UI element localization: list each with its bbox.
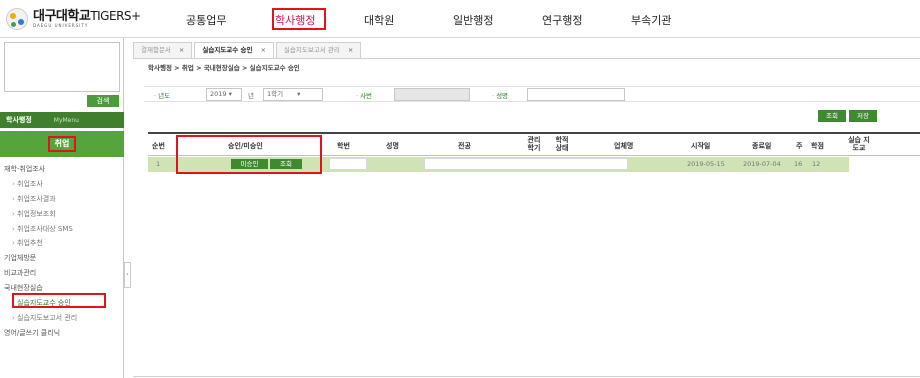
name-label: 성명: [492, 90, 508, 100]
sidebar-item[interactable]: 비교과관리: [0, 266, 124, 281]
main-menu: 공통업무 학사행정 대학원 일반행정 연구행정 부속기관: [186, 12, 720, 28]
tab-divider: [133, 58, 920, 59]
cell-start-date: 2019-05-15: [687, 160, 725, 168]
sidebar-item[interactable]: 취업정보조회: [0, 207, 124, 222]
col-name: 성명: [386, 142, 399, 150]
sidebar-item[interactable]: 기업체방문: [0, 251, 124, 266]
cell-seq: 1: [156, 160, 161, 168]
tab-label: 실습지도보고서 관리: [283, 46, 340, 54]
col-seq: 순번: [152, 142, 165, 150]
sidebar-item[interactable]: 취업조사대상 SMS: [0, 222, 124, 237]
year-unit: 년: [248, 92, 254, 100]
university-logo[interactable]: 대구대학교TIGERS+ DAEGU UNIVERSITY: [6, 8, 141, 30]
filter-bar: 년도 2019 ▾ 년 1학기 ▾ 사번 성명: [144, 86, 920, 102]
cell-credits: 12: [812, 160, 821, 168]
employee-id-input[interactable]: [394, 88, 470, 101]
tab-label: 결재함문서: [141, 46, 171, 54]
search-button[interactable]: 조회: [818, 110, 846, 122]
col-supervisor: 실습 지도교: [848, 136, 870, 152]
sidebar: 검색 학사행정 MyMenu 취업 재학-취업조사 취업조사 취업조사결과 취업정…: [0, 38, 124, 378]
col-credits: 학점: [811, 142, 824, 150]
semester-select[interactable]: 1학기 ▾: [263, 88, 323, 101]
col-end-date: 종료일: [752, 142, 772, 150]
col-company: 업체명: [614, 142, 634, 150]
year-select[interactable]: 2019 ▾: [206, 88, 242, 101]
approval-column-highlight-box: [176, 135, 322, 174]
name-input[interactable]: [527, 88, 625, 101]
sidebar-collapse-toggle[interactable]: ‹: [124, 262, 131, 288]
sidebar-item[interactable]: 재학-취업조사: [0, 162, 124, 177]
col-start-date: 시작일: [691, 142, 711, 150]
menu-graduate[interactable]: 대학원: [364, 12, 453, 28]
sidebar-section-label[interactable]: 학사행정: [6, 116, 32, 124]
col-student-id: 학번: [337, 142, 350, 150]
logo-title: 대구대학교: [33, 9, 91, 24]
col-mgmt-semester: 관리 학기: [527, 136, 541, 152]
sidebar-active-group-label: 취업: [48, 136, 76, 152]
sidebar-highlight-box: [12, 293, 106, 308]
sidebar-mymenu-tab[interactable]: MyMenu: [54, 117, 79, 124]
sidebar-search-button[interactable]: 검색: [87, 95, 119, 107]
student-id-cell[interactable]: [329, 158, 367, 170]
col-major: 전공: [458, 142, 471, 150]
tab-approval-docs[interactable]: 결재함문서 ×: [133, 42, 193, 58]
top-bar: 대구대학교TIGERS+ DAEGU UNIVERSITY 공통업무 학사행정 …: [0, 0, 920, 38]
sidebar-item[interactable]: 영어/글쓰기 클리닉: [0, 326, 124, 341]
col-academic-status: 학적 상태: [555, 136, 569, 152]
content-bottom-border: [133, 376, 920, 377]
logo-suffix: TIGERS+: [90, 9, 141, 23]
close-icon[interactable]: ×: [179, 46, 184, 54]
sidebar-item[interactable]: 취업추천: [0, 236, 124, 251]
close-icon[interactable]: ×: [348, 46, 353, 54]
menu-highlight-box: [272, 8, 326, 30]
year-label: 년도: [154, 90, 170, 100]
menu-common[interactable]: 공통업무: [186, 12, 275, 28]
menu-research-admin[interactable]: 연구행정: [542, 12, 631, 28]
sidebar-section-title: 학사행정 MyMenu: [0, 112, 124, 128]
supervisor-cell[interactable]: [849, 157, 920, 172]
cell-weeks: 16: [794, 160, 803, 168]
employee-id-label: 사번: [356, 90, 372, 100]
semester-value: 1학기: [267, 90, 284, 98]
logo-subtitle: DAEGU UNIVERSITY: [33, 23, 89, 28]
sidebar-active-group[interactable]: 취업: [0, 131, 124, 157]
sidebar-item[interactable]: 실습지도보고서 관리: [0, 311, 124, 326]
save-button[interactable]: 저장: [849, 110, 877, 122]
sidebar-item[interactable]: 취업조사: [0, 177, 124, 192]
tab-bar: 결재함문서 × 실습지도교수 승인 × 실습지도보고서 관리 ×: [133, 42, 363, 58]
tab-report-management[interactable]: 실습지도보고서 관리 ×: [275, 42, 362, 58]
cell-end-date: 2019-07-04: [743, 160, 781, 168]
tab-supervisor-approval[interactable]: 실습지도교수 승인 ×: [194, 42, 274, 58]
menu-general-admin[interactable]: 일반행정: [453, 12, 542, 28]
close-icon[interactable]: ×: [260, 46, 265, 54]
breadcrumb: 학사행정 > 취업 > 국내현장실습 > 실습지도교수 승인: [148, 64, 300, 72]
logo-emblem-icon: [6, 8, 28, 30]
chevron-down-icon: ▾: [297, 90, 301, 98]
menu-affiliated[interactable]: 부속기관: [631, 12, 720, 28]
tab-label: 실습지도교수 승인: [202, 46, 253, 54]
major-cell[interactable]: [424, 158, 628, 170]
sidebar-item[interactable]: 취업조사결과: [0, 192, 124, 207]
sidebar-menu-list: 재학-취업조사 취업조사 취업조사결과 취업정보조회 취업조사대상 SMS 취업…: [0, 162, 124, 341]
col-weeks: 주: [796, 142, 803, 150]
sidebar-search-input[interactable]: [4, 42, 120, 92]
